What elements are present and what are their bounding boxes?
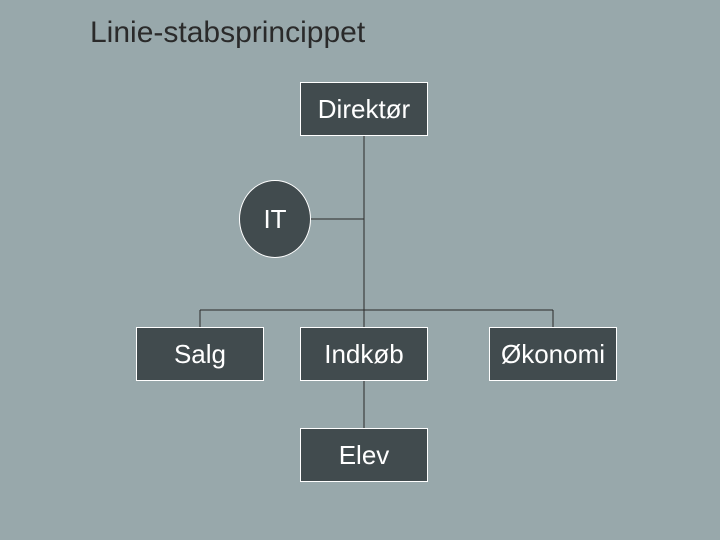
node-director-label: Direktør (318, 94, 410, 125)
node-sub-elev-label: Elev (339, 440, 390, 471)
node-dept-indkob-label: Indkøb (324, 339, 404, 370)
node-dept-okonomi: Økonomi (489, 327, 617, 381)
node-dept-indkob: Indkøb (300, 327, 428, 381)
node-dept-salg-label: Salg (174, 339, 226, 370)
node-dept-salg: Salg (136, 327, 264, 381)
node-staff-it-label: IT (263, 204, 286, 235)
node-dept-okonomi-label: Økonomi (501, 339, 605, 370)
node-sub-elev: Elev (300, 428, 428, 482)
node-director: Direktør (300, 82, 428, 136)
diagram-title: Linie-stabsprincippet (90, 16, 365, 50)
node-staff-it: IT (239, 180, 311, 258)
